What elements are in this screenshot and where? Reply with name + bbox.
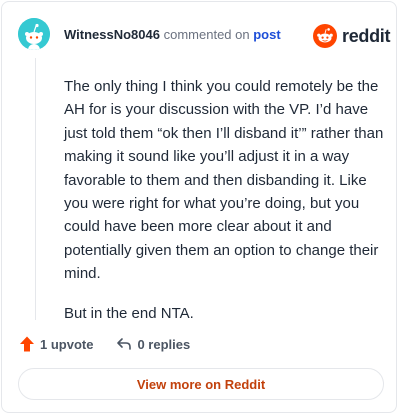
upvote-arrow-icon [20,336,34,352]
comment-card: WitnessNo8046 commented on post reddit T… [1,1,397,413]
upvote-button[interactable]: 1 upvote [18,335,93,353]
replies-button[interactable]: 0 replies [115,335,190,353]
post-link[interactable]: post [253,27,280,42]
username[interactable]: WitnessNo8046 [64,27,160,42]
comment-paragraph: But in the end NTA. [64,304,194,322]
thread-line [35,58,36,320]
view-more-button[interactable]: View more on Reddit [18,368,384,400]
reddit-snoo-icon [313,24,337,48]
comment-paragraph: The only thing I think you could remotel… [64,78,384,283]
reddit-logo[interactable]: reddit [313,22,391,50]
replies-count: 0 replies [137,336,191,352]
commented-on-text: commented on [163,27,250,42]
snoo-avatar-icon [18,18,50,50]
comment-header: WitnessNo8046 commented on post [64,27,281,42]
reddit-wordmark: reddit [342,25,391,46]
comment-body: The only thing I think you could remotel… [64,75,386,341]
upvote-count: 1 upvote [40,336,94,352]
comment-actions: 1 upvote 0 replies [18,335,212,353]
avatar[interactable] [18,18,50,50]
reply-arrow-icon [117,338,132,350]
